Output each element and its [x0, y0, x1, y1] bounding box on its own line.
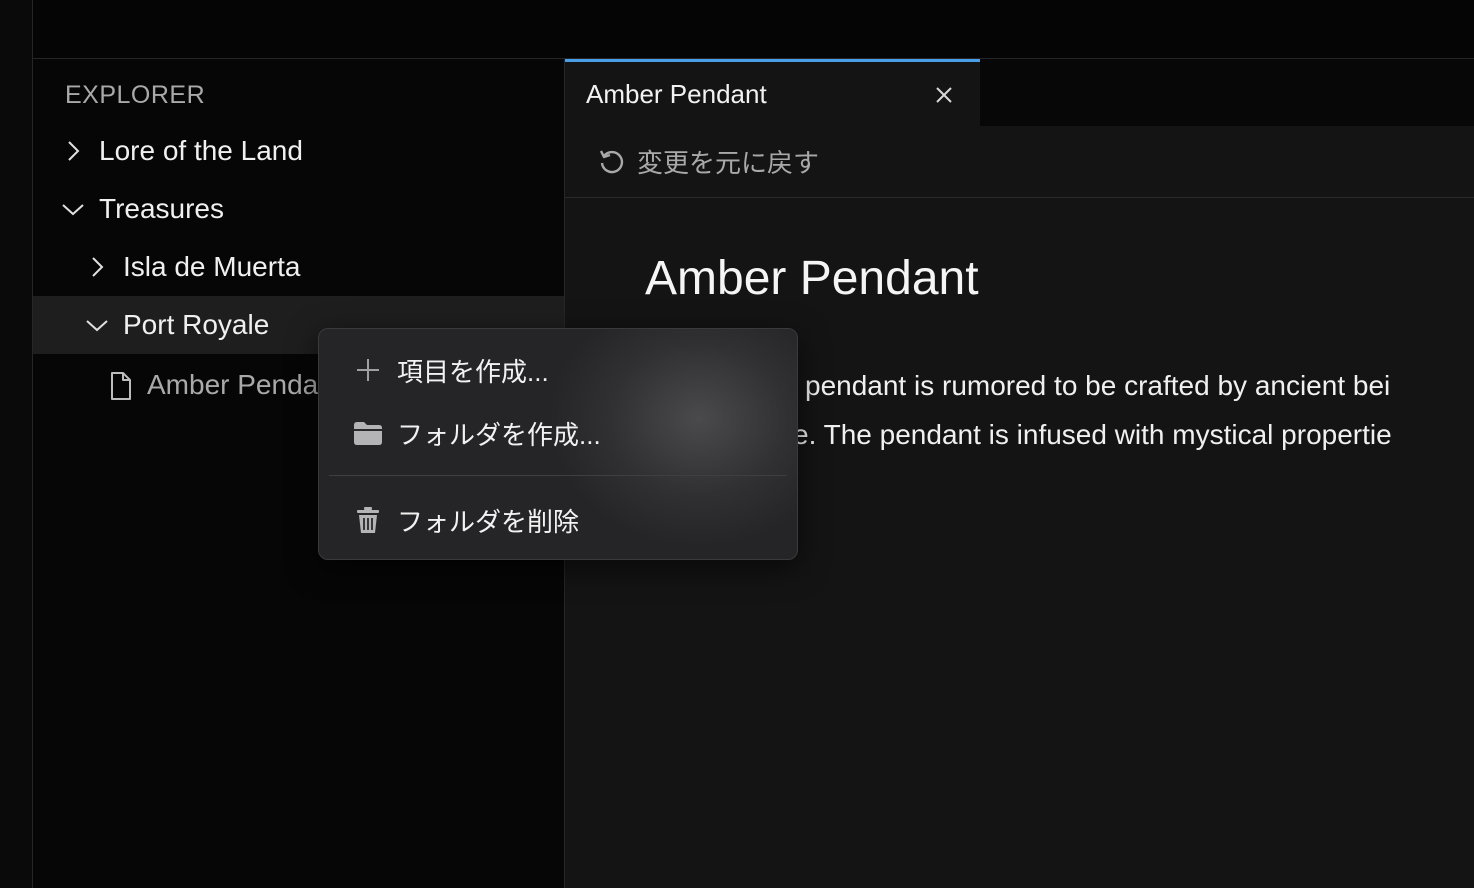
tree-item-label: Treasures	[99, 193, 225, 224]
editor-toolbar: 変更を元に戻す	[565, 126, 1474, 198]
document-title: Amber Pendant	[645, 252, 979, 305]
tab-bar: Amber Pendant	[565, 59, 1474, 126]
tree-item-lore-of-the-land[interactable]: Lore of the Land	[33, 122, 564, 180]
tree-item-label: Port Royale	[123, 309, 270, 340]
menu-item-label: フォルダを作成...	[397, 419, 601, 450]
chevron-down-icon	[83, 311, 111, 339]
app-window: EXPLORER Lore of the Land Treasures Isla…	[0, 0, 1474, 888]
revert-changes-button[interactable]: 変更を元に戻す	[597, 143, 819, 180]
trash-icon	[353, 505, 383, 535]
activity-bar	[0, 0, 33, 888]
context-menu: 項目を作成... フォルダを作成... フォルダを削除	[318, 328, 798, 560]
menu-item-label: フォルダを削除	[397, 506, 580, 537]
chevron-right-icon	[59, 137, 87, 165]
menu-item-delete-folder[interactable]: フォルダを削除	[319, 492, 797, 548]
revert-changes-label: 変更を元に戻す	[637, 148, 820, 178]
title-bar	[33, 0, 1474, 59]
menu-item-create-item[interactable]: 項目を作成...	[319, 342, 797, 398]
plus-icon	[353, 355, 383, 385]
menu-item-label: 項目を作成...	[397, 356, 549, 387]
file-icon	[107, 371, 135, 400]
menu-item-create-folder[interactable]: フォルダを作成...	[319, 405, 797, 461]
close-icon[interactable]	[934, 85, 954, 105]
chevron-down-icon	[59, 195, 87, 223]
tab-amber-pendant[interactable]: Amber Pendant	[565, 59, 980, 126]
chevron-right-icon	[83, 253, 111, 281]
menu-separator	[329, 475, 787, 476]
tree-item-isla-de-muerta[interactable]: Isla de Muerta	[33, 238, 564, 296]
revert-icon	[597, 147, 627, 177]
tree-item-label: Amber Pendant	[147, 369, 342, 400]
tree-item-treasures[interactable]: Treasures	[33, 180, 564, 238]
tree-item-label: Isla de Muerta	[123, 251, 301, 282]
tab-label: Amber Pendant	[586, 78, 767, 109]
tree-item-label: Lore of the Land	[99, 135, 303, 166]
folder-icon	[353, 418, 383, 448]
sidebar-title: EXPLORER	[65, 81, 206, 109]
